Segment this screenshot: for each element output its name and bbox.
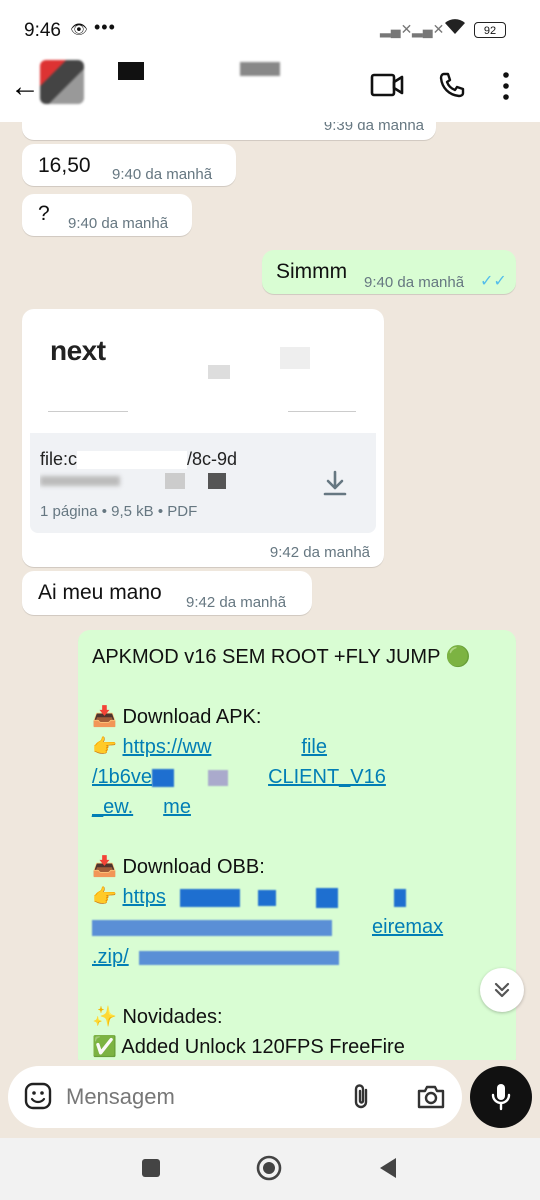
message-time: 9:42 da manhã bbox=[269, 544, 370, 561]
apk-title: APKMOD v16 SEM ROOT +FLY JUMP 🟢 bbox=[92, 646, 471, 668]
message-text: Simmm bbox=[276, 260, 348, 283]
message-text: APKMOD v16 SEM ROOT +FLY JUMP 🟢 📥 Downlo… bbox=[92, 642, 502, 1060]
wifi-icon bbox=[444, 18, 466, 41]
attach-clip-icon[interactable] bbox=[348, 1082, 376, 1112]
status-time: 9:46 bbox=[24, 20, 61, 41]
document-divider bbox=[48, 411, 128, 412]
eye-icon: 👁 bbox=[70, 21, 88, 37]
signal-icon-2: ▂▄✕ bbox=[412, 21, 445, 37]
system-nav-bar bbox=[0, 1138, 540, 1200]
signal-icon: ▂▄✕ bbox=[380, 21, 413, 37]
back-arrow-icon[interactable]: ← bbox=[10, 72, 40, 102]
obb-link[interactable]: eiremax bbox=[372, 916, 443, 938]
message-bubble-incoming[interactable]: ? 9:40 da manhã bbox=[22, 194, 192, 236]
message-time: 9:42 da manhã bbox=[186, 594, 287, 611]
message-text: ? bbox=[38, 202, 50, 225]
message-bubble-incoming[interactable]: 16,50 9:40 da manhã bbox=[22, 144, 236, 186]
more-options-icon[interactable] bbox=[500, 70, 512, 102]
obb-link[interactable]: https bbox=[122, 886, 165, 908]
avatar[interactable] bbox=[40, 60, 84, 104]
message-input[interactable] bbox=[64, 1076, 328, 1118]
message-time: 9:39 da manhã bbox=[323, 122, 424, 134]
download-apk-label: 📥 Download APK: bbox=[92, 706, 262, 728]
message-bubble-incoming[interactable]: 9:39 da manhã bbox=[22, 122, 436, 140]
document-file-name: file:c/8c-9d bbox=[40, 449, 280, 497]
document-info-bar[interactable]: file:c/8c-9d 1 página • 9,5 kB • PDF bbox=[30, 433, 376, 533]
document-divider bbox=[288, 411, 356, 412]
message-text: Ai meu mano bbox=[38, 581, 162, 604]
obb-link[interactable]: .zip/ bbox=[92, 946, 129, 968]
document-preview[interactable]: next bbox=[30, 317, 376, 433]
status-bar: 9:46 👁 ••• ▂▄✕ ▂▄✕ 92 bbox=[0, 0, 540, 60]
message-time: 9:40 da manhã bbox=[112, 166, 213, 183]
novidades-label: ✨ Novidades: bbox=[92, 1006, 223, 1028]
obb-link-line-3[interactable]: .zip/ bbox=[92, 942, 502, 972]
microphone-icon bbox=[491, 1084, 511, 1111]
sticker-emoji-icon[interactable] bbox=[24, 1082, 52, 1110]
message-bubble-incoming[interactable]: Ai meu mano 9:42 da manhã bbox=[22, 571, 312, 615]
apk-link[interactable]: file bbox=[301, 736, 327, 758]
added-unlock-line: ✅ Added Unlock 120FPS FreeFire bbox=[92, 1036, 405, 1058]
apk-link[interactable]: /1b6ve bbox=[92, 766, 152, 788]
video-call-icon[interactable] bbox=[370, 72, 404, 98]
more-notifications-icon: ••• bbox=[94, 17, 116, 37]
contact-status-redacted bbox=[240, 62, 280, 76]
apk-link-line-2[interactable]: /1b6ve CLIENT_V16 bbox=[92, 762, 502, 792]
obb-link-line-2[interactable]: eiremax bbox=[92, 912, 502, 942]
home-icon[interactable] bbox=[256, 1155, 282, 1181]
message-time: 9:40 da manhã bbox=[68, 215, 169, 232]
document-meta: 1 página • 9,5 kB • PDF bbox=[40, 503, 198, 520]
message-bubble-outgoing[interactable]: Simmm 9:40 da manhã ✓✓ bbox=[262, 250, 516, 294]
battery-icon: 92 bbox=[474, 22, 506, 38]
obb-link-line-1[interactable]: 👉 https bbox=[92, 882, 502, 912]
document-message[interactable]: next file:c/8c-9d 1 página • 9,5 kB • PD… bbox=[22, 309, 384, 567]
scroll-to-bottom-button[interactable] bbox=[480, 968, 524, 1012]
message-time: 9:40 da manhã bbox=[364, 274, 465, 291]
double-chevron-down-icon bbox=[494, 982, 510, 998]
apk-link[interactable]: _ew. bbox=[92, 796, 133, 818]
document-logo: next bbox=[50, 335, 106, 366]
nav-back-icon[interactable] bbox=[376, 1156, 400, 1180]
apk-link-line-3[interactable]: _ew. me bbox=[92, 792, 502, 822]
message-input-bar bbox=[8, 1066, 462, 1128]
phone-call-icon[interactable] bbox=[438, 71, 466, 99]
apk-link[interactable]: https://ww bbox=[122, 736, 211, 758]
camera-icon[interactable] bbox=[416, 1083, 446, 1111]
voice-message-button[interactable] bbox=[470, 1066, 532, 1128]
download-obb-label: 📥 Download OBB: bbox=[92, 856, 265, 878]
apk-link[interactable]: me bbox=[163, 796, 191, 818]
message-text: 16,50 bbox=[38, 154, 91, 177]
apk-link-line-1[interactable]: 👉 https://ww file bbox=[92, 732, 502, 762]
apk-link[interactable]: CLIENT_V16 bbox=[268, 766, 386, 788]
document-redacted-area bbox=[180, 347, 350, 407]
message-bubble-outgoing[interactable]: APKMOD v16 SEM ROOT +FLY JUMP 🟢 📥 Downlo… bbox=[78, 630, 516, 1060]
recent-apps-icon[interactable] bbox=[142, 1159, 160, 1177]
chat-header: ← bbox=[0, 60, 540, 123]
read-receipt-icon: ✓✓ bbox=[480, 273, 507, 290]
download-icon[interactable] bbox=[320, 469, 350, 499]
contact-name-redacted[interactable] bbox=[118, 62, 144, 80]
chat-area[interactable]: 9:39 da manhã 16,50 9:40 da manhã ? 9:40… bbox=[0, 122, 540, 1060]
